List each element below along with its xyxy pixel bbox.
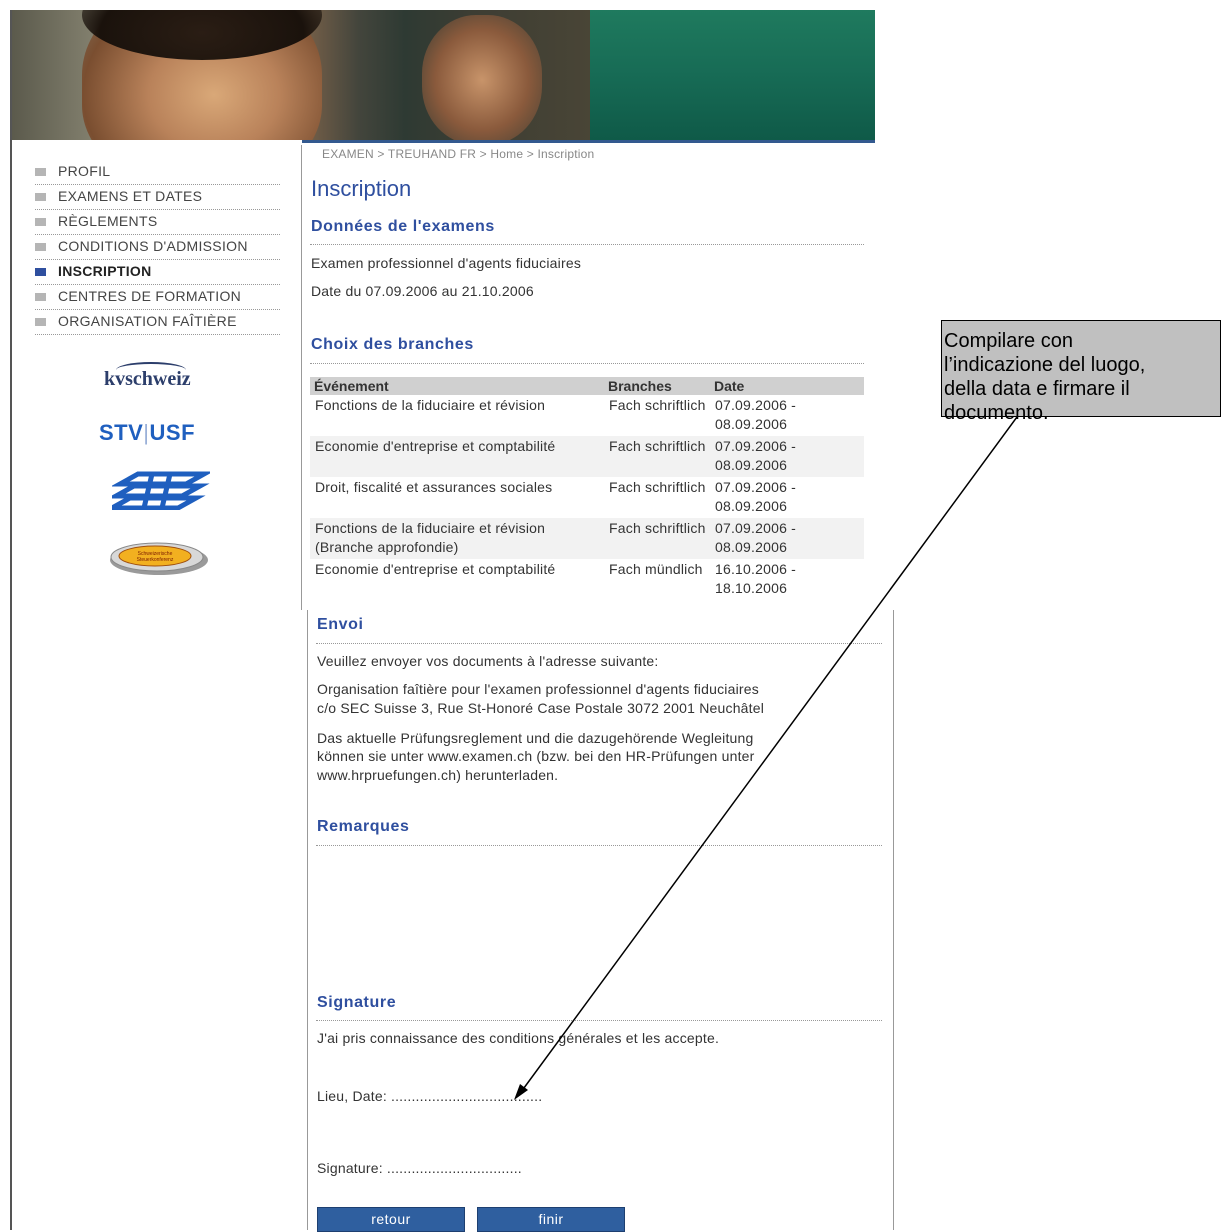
annotation-arrow-icon: [514, 416, 1018, 1100]
